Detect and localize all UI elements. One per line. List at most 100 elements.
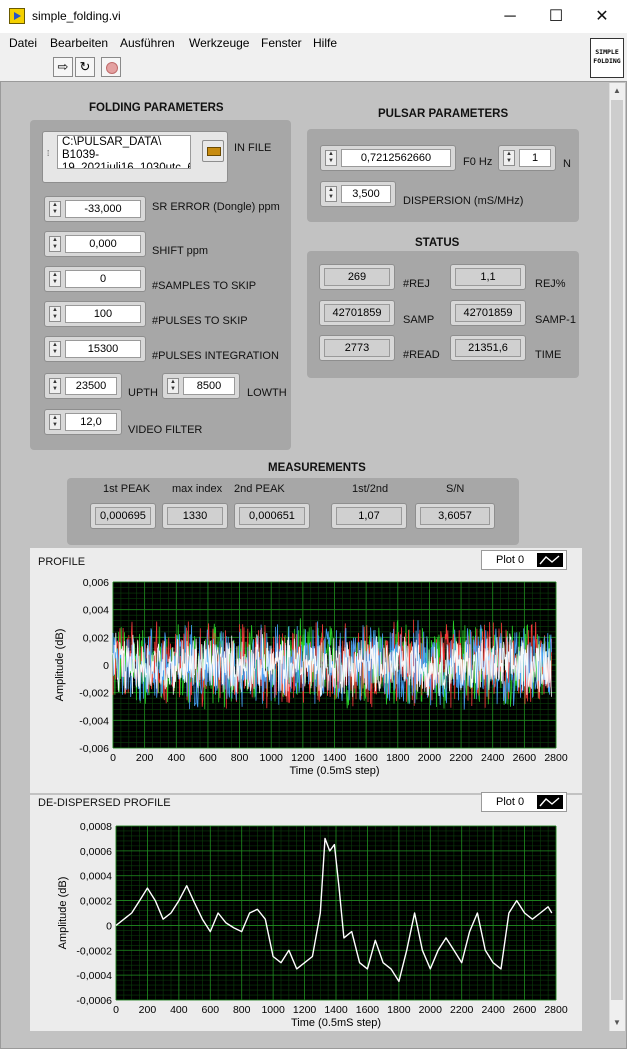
dedispersed-plot-legend[interactable]: Plot 0 — [481, 792, 567, 812]
browse-button[interactable] — [202, 140, 224, 162]
increment-decrement-arrows-icon[interactable]: ▲ ▼ — [49, 378, 61, 394]
pulses-skip-control[interactable]: ▲ ▼ 100 — [44, 301, 146, 327]
n-control[interactable]: ▲ ▼ 1 — [498, 145, 556, 171]
shift-control[interactable]: ▲ ▼ 0,000 — [44, 231, 146, 257]
upth-value[interactable]: 23500 — [65, 377, 117, 395]
y-tick-label: -0,0006 — [76, 995, 112, 1007]
y-tick-label: 0 — [103, 660, 109, 672]
x-tick-label: 2800 — [544, 752, 568, 764]
increment-decrement-arrows-icon[interactable]: ▲ ▼ — [49, 306, 61, 322]
increment-decrement-arrows-icon[interactable]: ▲ ▼ — [167, 378, 179, 394]
ratio-label: 1st/2nd — [352, 483, 389, 495]
scroll-down-arrow-icon[interactable]: ▼ — [609, 1015, 625, 1031]
increment-decrement-arrows-icon[interactable]: ▲ ▼ — [49, 341, 61, 357]
x-tick-label: 2200 — [450, 1004, 474, 1016]
labview-vi-icon — [9, 8, 25, 24]
samp-1-value: 42701859 — [455, 304, 521, 322]
rej-value: 269 — [324, 268, 390, 286]
increment-decrement-arrows-icon[interactable]: ▲ ▼ — [49, 271, 61, 287]
scroll-up-arrow-icon[interactable]: ▲ — [609, 83, 625, 99]
video-filter-value[interactable]: 12,0 — [65, 413, 117, 431]
samp-value: 42701859 — [324, 304, 390, 322]
x-tick-label: 2400 — [481, 1004, 505, 1016]
read-value: 2773 — [324, 339, 390, 357]
x-tick-label: 200 — [139, 1004, 157, 1016]
profile-plot-area: 0 200 400 600 800 1000 1200 1400 1600 1800 2000 220… — [54, 577, 568, 777]
x-tick-label: 2400 — [481, 752, 505, 764]
x-tick-label: 1000 — [261, 1004, 285, 1016]
n-value[interactable]: 1 — [519, 149, 551, 167]
pulses-skip-value[interactable]: 100 — [65, 305, 141, 323]
y-tick-label: -0,006 — [79, 743, 109, 755]
x-tick-label: 600 — [202, 1004, 220, 1016]
f0-value[interactable]: 0,7212562660 — [341, 149, 451, 167]
pulses-integration-control[interactable]: ▲ ▼ 15300 — [44, 336, 146, 362]
max-index-label: max index — [172, 483, 223, 495]
dispersion-value[interactable]: 3,500 — [341, 185, 391, 203]
run-continuously-icon[interactable]: ↻ — [75, 57, 95, 77]
increment-decrement-arrows-icon[interactable]: ▲ ▼ — [49, 414, 61, 430]
upth-control[interactable]: ▲ ▼ 23500 — [44, 373, 122, 399]
lowth-value[interactable]: 8500 — [183, 377, 235, 395]
increment-decrement-arrows-icon[interactable]: ▲ ▼ — [503, 150, 515, 166]
in-file-path-value[interactable]: C:\PULSAR_DATA\ B1039- 19_2021juli16_103… — [57, 135, 191, 169]
menu-bearbeiten[interactable]: Bearbeiten — [50, 36, 108, 50]
n-label: N — [563, 158, 571, 170]
x-tick-label: 1800 — [386, 752, 410, 764]
x-tick-label: 2200 — [449, 752, 473, 764]
menu-hilfe[interactable]: Hilfe — [313, 36, 337, 50]
x-tick-label: 2600 — [513, 1004, 537, 1016]
lowth-label: LOWTH — [247, 387, 287, 399]
x-axis-label: Time (0.5mS step) — [289, 765, 379, 777]
lowth-control[interactable]: ▲ ▼ 8500 — [162, 373, 240, 399]
menu-werkzeuge[interactable]: Werkzeuge — [189, 36, 249, 50]
in-file-path-control[interactable]: ⁞ C:\PULSAR_DATA\ B1039- 19_2021juli16_1… — [42, 131, 228, 183]
y-tick-label: -0,002 — [79, 688, 109, 700]
x-axis-label: Time (0.5mS step) — [291, 1017, 381, 1029]
menu-ausfuehren[interactable]: Ausführen — [120, 36, 175, 50]
shift-value[interactable]: 0,000 — [65, 235, 141, 253]
rej-pct-value: 1,1 — [455, 268, 521, 286]
measurements-header: MEASUREMENTS — [268, 462, 366, 474]
read-indicator: 2773 — [319, 335, 395, 361]
increment-decrement-arrows-icon[interactable]: ▲ ▼ — [325, 150, 337, 166]
run-arrow-icon[interactable]: ⇨ — [53, 57, 73, 77]
dedispersed-legend-label: Plot 0 — [496, 796, 525, 808]
y-axis-label: Amplitude (dB) — [54, 629, 66, 702]
logo-line-2: FOLDING — [593, 57, 621, 65]
scrollbar-thumb[interactable] — [611, 100, 623, 1000]
pulsar-parameters-cluster — [307, 129, 579, 222]
video-filter-control[interactable]: ▲ ▼ 12,0 — [44, 409, 122, 435]
sr-error-value[interactable]: -33,000 — [65, 200, 141, 218]
menu-datei[interactable]: Datei — [9, 36, 37, 50]
x-tick-label: 800 — [231, 752, 249, 764]
minimize-button[interactable]: ─ — [487, 0, 533, 33]
second-peak-indicator: 0,000651 — [234, 503, 310, 529]
close-button[interactable]: ✕ — [579, 0, 625, 33]
x-tick-label: 1200 — [293, 1004, 317, 1016]
increment-decrement-arrows-icon[interactable]: ▲ ▼ — [49, 236, 61, 252]
maximize-button[interactable]: ☐ — [533, 0, 579, 33]
second-peak-value: 0,000651 — [239, 507, 305, 525]
increment-decrement-arrows-icon[interactable]: ▲ ▼ — [325, 186, 337, 202]
pulses-skip-label: #PULSES TO SKIP — [152, 315, 248, 327]
dispersion-control[interactable]: ▲ ▼ 3,500 — [320, 181, 396, 207]
pulses-integration-value[interactable]: 15300 — [65, 340, 141, 358]
upth-label: UPTH — [128, 387, 158, 399]
abort-stop-icon[interactable] — [101, 57, 121, 77]
sr-error-control[interactable]: ▲ ▼ -33,000 — [44, 196, 146, 222]
increment-decrement-arrows-icon[interactable]: ▲ ▼ — [49, 201, 61, 217]
folding-parameters-header: FOLDING PARAMETERS — [89, 102, 224, 114]
menu-fenster[interactable]: Fenster — [261, 36, 302, 50]
dispersion-label: DISPERSION (mS/MHz) — [403, 195, 524, 207]
sr-error-label: SR ERROR (Dongle) ppm — [152, 201, 280, 213]
y-tick-label: -0,004 — [79, 715, 109, 727]
max-index-value: 1330 — [167, 507, 223, 525]
profile-plot-legend[interactable]: Plot 0 — [481, 550, 567, 570]
line-plot-icon — [537, 795, 563, 809]
samples-skip-control[interactable]: ▲ ▼ 0 — [44, 266, 146, 292]
f0-control[interactable]: ▲ ▼ 0,7212562660 — [320, 145, 456, 171]
x-tick-label: 1200 — [291, 752, 315, 764]
samples-skip-value[interactable]: 0 — [65, 270, 141, 288]
y-tick-label: 0,006 — [83, 577, 109, 589]
